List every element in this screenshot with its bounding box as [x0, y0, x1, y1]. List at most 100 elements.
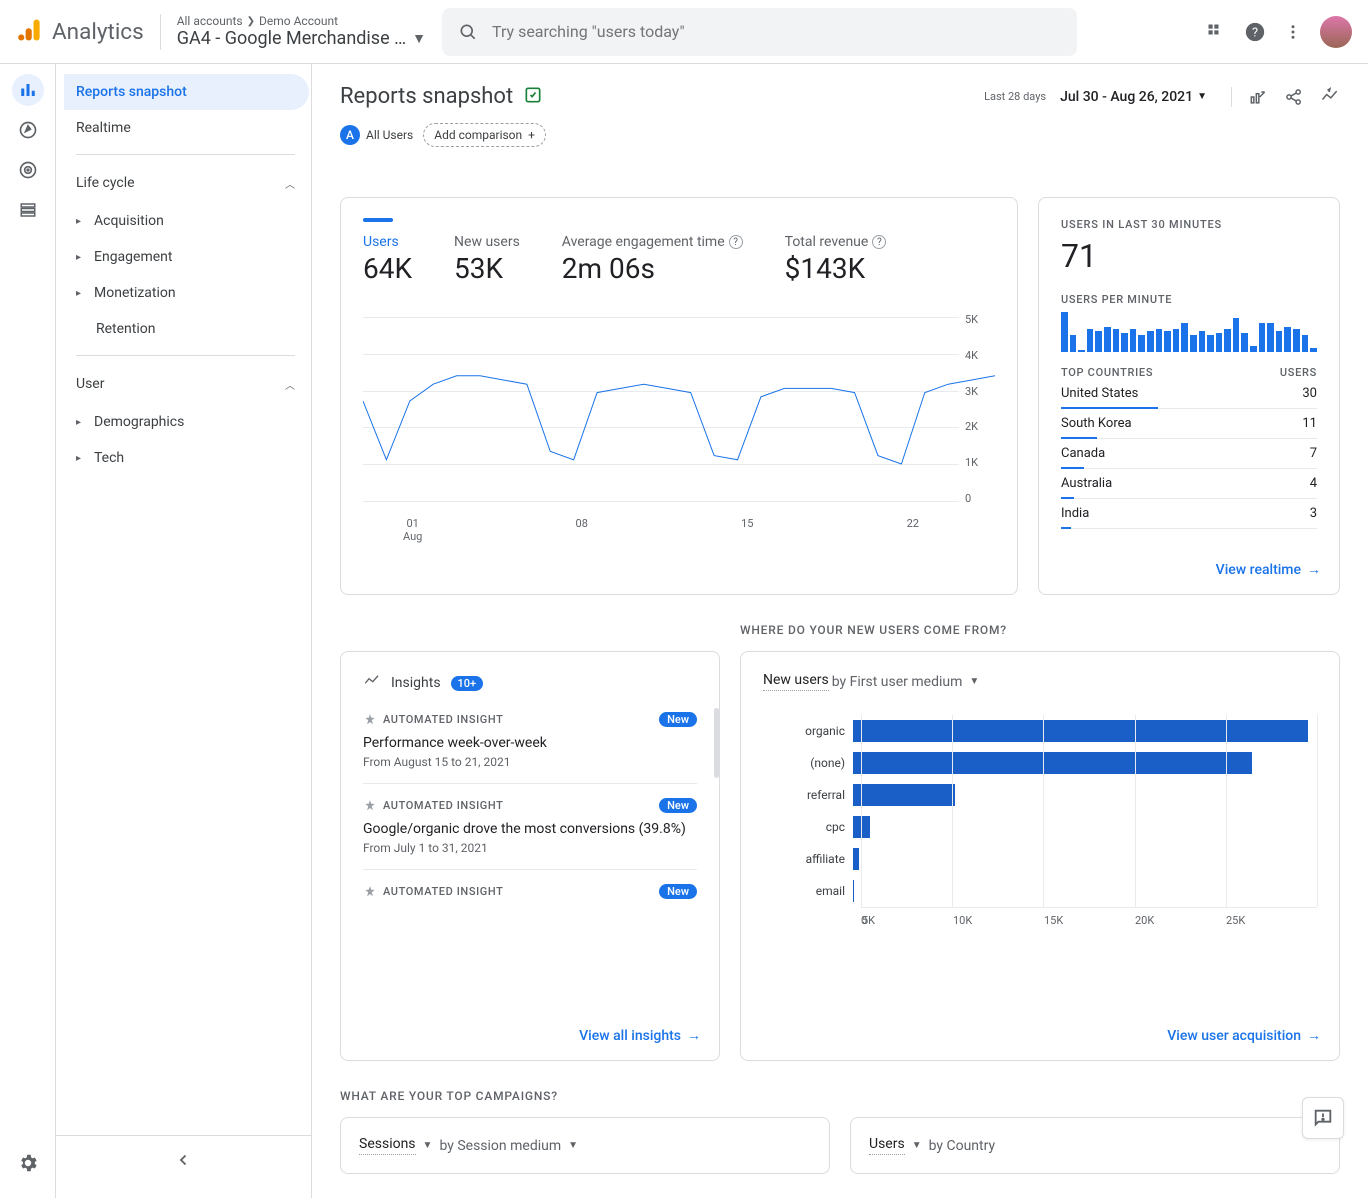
add-comparison-button[interactable]: Add comparison +: [423, 123, 546, 147]
insights-title: Insights: [391, 675, 441, 691]
country-row[interactable]: United States30: [1061, 379, 1317, 409]
sidebar-item-acquisition[interactable]: ▸Acquisition: [56, 203, 311, 239]
sidebar-item-demographics[interactable]: ▸Demographics: [56, 404, 311, 440]
product-name: Analytics: [52, 19, 144, 45]
insight-item[interactable]: AUTOMATED INSIGHTNewGoogle/organic drove…: [363, 784, 697, 870]
rail-advertising-icon[interactable]: [12, 154, 44, 186]
acquisition-card: New users by First user medium ▼ organic…: [740, 651, 1340, 1061]
left-rail: [0, 64, 56, 1198]
metric-revenue[interactable]: Total revenue ? $143K: [785, 234, 887, 285]
main-content: Reports snapshot Last 28 days Jul 30 - A…: [312, 64, 1368, 1198]
help-icon[interactable]: ?: [872, 235, 886, 249]
top-bar: Analytics All accounts ❯ Demo Account GA…: [0, 0, 1368, 64]
divider: [160, 14, 161, 50]
share-icon[interactable]: [1284, 87, 1304, 107]
svg-text:?: ?: [1252, 25, 1258, 40]
sidebar-item-engagement[interactable]: ▸Engagement: [56, 239, 311, 275]
scrollbar[interactable]: [714, 708, 719, 778]
metric-avg-engagement[interactable]: Average engagement time ? 2m 06s: [562, 234, 743, 285]
realtime-count: 71: [1061, 237, 1317, 275]
country-row[interactable]: Australia4: [1061, 469, 1317, 499]
rail-reports-icon[interactable]: [12, 74, 44, 106]
date-scope: Last 28 days: [984, 90, 1046, 103]
property-name: GA4 - Google Merchandise …: [177, 28, 406, 49]
caret-down-icon: ▼: [412, 30, 426, 47]
date-range-picker[interactable]: Jul 30 - Aug 26, 2021▼: [1060, 89, 1207, 105]
country-row[interactable]: India3: [1061, 499, 1317, 529]
sidebar-item-monetization[interactable]: ▸Monetization: [56, 275, 311, 311]
bar-row: (none): [763, 747, 1317, 779]
realtime-heading: USERS IN LAST 30 MINUTES: [1061, 218, 1317, 231]
rail-settings-icon[interactable]: [12, 1147, 44, 1179]
caret-down-icon: ▼: [969, 676, 979, 687]
caret-down-icon: ▼: [568, 1140, 578, 1151]
rail-explore-icon[interactable]: [12, 114, 44, 146]
section-question-new-users: WHERE DO YOUR NEW USERS COME FROM?: [740, 623, 1007, 637]
arrow-right-icon: →: [1307, 1027, 1321, 1044]
arrow-right-icon: →: [1307, 561, 1321, 578]
section-question-campaigns: WHAT ARE YOUR TOP CAMPAIGNS?: [340, 1089, 1340, 1103]
search-bar: [442, 8, 1077, 56]
sidebar-group-life-cycle[interactable]: Life cycle ︿: [56, 163, 311, 203]
customize-report-icon[interactable]: [523, 85, 543, 109]
sessions-dimension-selector[interactable]: Sessions ▼ by Session medium ▼: [359, 1136, 811, 1155]
sidebar-group-label: User: [76, 376, 104, 392]
acquisition-dimension-selector[interactable]: New users by First user medium ▼: [763, 672, 1317, 691]
new-users-bar-chart: organic(none)referralcpcaffiliateemail: [763, 715, 1317, 907]
segment-badge: A: [340, 125, 360, 145]
country-row[interactable]: Canada7: [1061, 439, 1317, 469]
insight-item[interactable]: AUTOMATED INSIGHTNewPerformance week-ove…: [363, 698, 697, 784]
avatar[interactable]: [1320, 16, 1352, 48]
property-selector[interactable]: All accounts ❯ Demo Account GA4 - Google…: [177, 14, 426, 49]
bar-row: referral: [763, 779, 1317, 811]
users-dimension-selector[interactable]: Users ▼ by Country: [869, 1136, 1321, 1155]
crumb-accounts: All accounts: [177, 14, 243, 28]
page-title: Reports snapshot: [340, 84, 513, 109]
view-user-acquisition-link[interactable]: View user acquisition →: [1167, 1027, 1321, 1044]
metric-users[interactable]: Users 64K: [363, 234, 412, 285]
caret-right-icon: ▸: [76, 252, 84, 263]
sidebar-group-user[interactable]: User ︿: [56, 364, 311, 404]
overview-metrics-card: Users 64K New users 53K Average engageme…: [340, 197, 1018, 595]
segment-all-users[interactable]: A All Users: [340, 125, 413, 145]
sparkle-icon: [363, 672, 381, 694]
help-icon[interactable]: ?: [1244, 21, 1266, 43]
logo[interactable]: Analytics: [16, 16, 144, 48]
caret-down-icon: ▼: [912, 1140, 922, 1151]
chevron-up-icon: ︿: [285, 377, 295, 392]
chevron-up-icon: ︿: [285, 176, 295, 191]
edit-report-icon[interactable]: [1248, 87, 1268, 107]
sidebar-item-reports-snapshot[interactable]: Reports snapshot: [64, 74, 309, 110]
help-icon[interactable]: ?: [729, 235, 743, 249]
insights-count-badge: 10+: [451, 676, 484, 691]
country-row[interactable]: South Korea11: [1061, 409, 1317, 439]
caret-right-icon: ▸: [76, 417, 84, 428]
feedback-button[interactable]: [1302, 1097, 1344, 1139]
sidebar-item-realtime[interactable]: Realtime: [56, 110, 309, 146]
sidebar-group-label: Life cycle: [76, 175, 135, 191]
metric-new-users[interactable]: New users 53K: [454, 234, 520, 285]
search-icon: [458, 22, 478, 42]
col-countries: TOP COUNTRIES: [1061, 366, 1153, 379]
users-per-minute-chart: [1061, 312, 1317, 352]
more-vert-icon[interactable]: [1284, 23, 1302, 41]
apps-icon[interactable]: [1206, 22, 1226, 42]
col-users: USERS: [1280, 366, 1317, 379]
view-realtime-link[interactable]: View realtime →: [1216, 561, 1321, 578]
rail-configure-icon[interactable]: [12, 194, 44, 226]
caret-right-icon: ▸: [76, 453, 84, 464]
insight-item[interactable]: AUTOMATED INSIGHTNew: [363, 870, 697, 899]
plus-icon: +: [528, 128, 535, 142]
analytics-logo-icon: [16, 16, 44, 48]
caret-down-icon: ▼: [1197, 91, 1207, 102]
users-line-chart: 5K4K3K2K1K0 01Aug081522: [363, 313, 995, 523]
search-input[interactable]: [492, 22, 1061, 41]
sidebar: Reports snapshot Realtime Life cycle ︿ ▸…: [56, 64, 312, 1198]
view-all-insights-link[interactable]: View all insights →: [579, 1027, 701, 1044]
sidebar-item-retention[interactable]: Retention: [56, 311, 311, 347]
sidebar-collapse-button[interactable]: [56, 1135, 311, 1183]
sidebar-item-tech[interactable]: ▸Tech: [56, 440, 311, 476]
arrow-right-icon: →: [687, 1027, 701, 1044]
divider: [76, 154, 295, 155]
insights-icon[interactable]: [1320, 87, 1340, 107]
